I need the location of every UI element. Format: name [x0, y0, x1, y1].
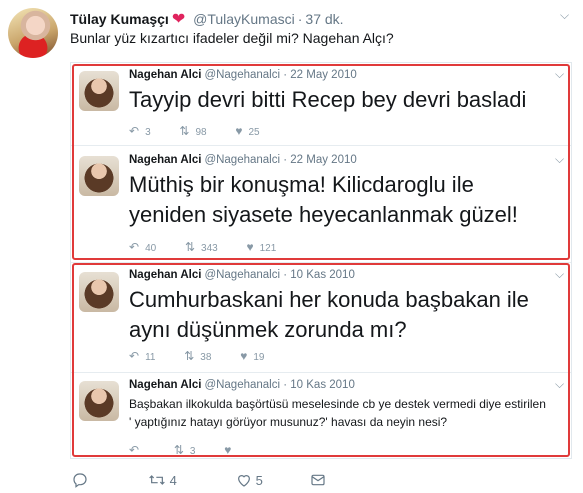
attached-image[interactable]: Nagehan Alci @Nagehanalci · 22 May 2010 ⌵…: [70, 62, 572, 459]
like-count: 5: [255, 473, 263, 488]
tweet-text: Bunlar yüz kızartıcı ifadeler değil mi? …: [70, 30, 394, 46]
heart-emoji-icon: ❤: [171, 11, 186, 28]
highlight-box-2: [72, 263, 570, 457]
author-name[interactable]: Tülay Kumaşçı: [70, 11, 169, 27]
separator-dot: ·: [297, 11, 303, 27]
heart-icon: [238, 475, 250, 487]
retweet-count: 4: [169, 473, 177, 488]
chevron-down-icon[interactable]: ⌵: [560, 8, 569, 23]
reply-icon: [73, 473, 87, 488]
author-avatar[interactable]: [8, 8, 58, 58]
dm-button[interactable]: [310, 472, 326, 488]
like-button[interactable]: 5: [236, 472, 263, 488]
retweet-button[interactable]: 4: [148, 472, 177, 488]
reply-button[interactable]: [72, 472, 88, 488]
tweet-header: Tülay Kumaşçı ❤ @TulayKumasci · 37 dk.: [70, 9, 344, 29]
mail-icon: [311, 474, 325, 486]
author-handle[interactable]: @TulayKumasci: [193, 11, 295, 27]
retweet-icon: [149, 475, 165, 485]
highlight-box-1: [72, 64, 570, 260]
tweet-timestamp[interactable]: 37 dk.: [305, 11, 343, 27]
